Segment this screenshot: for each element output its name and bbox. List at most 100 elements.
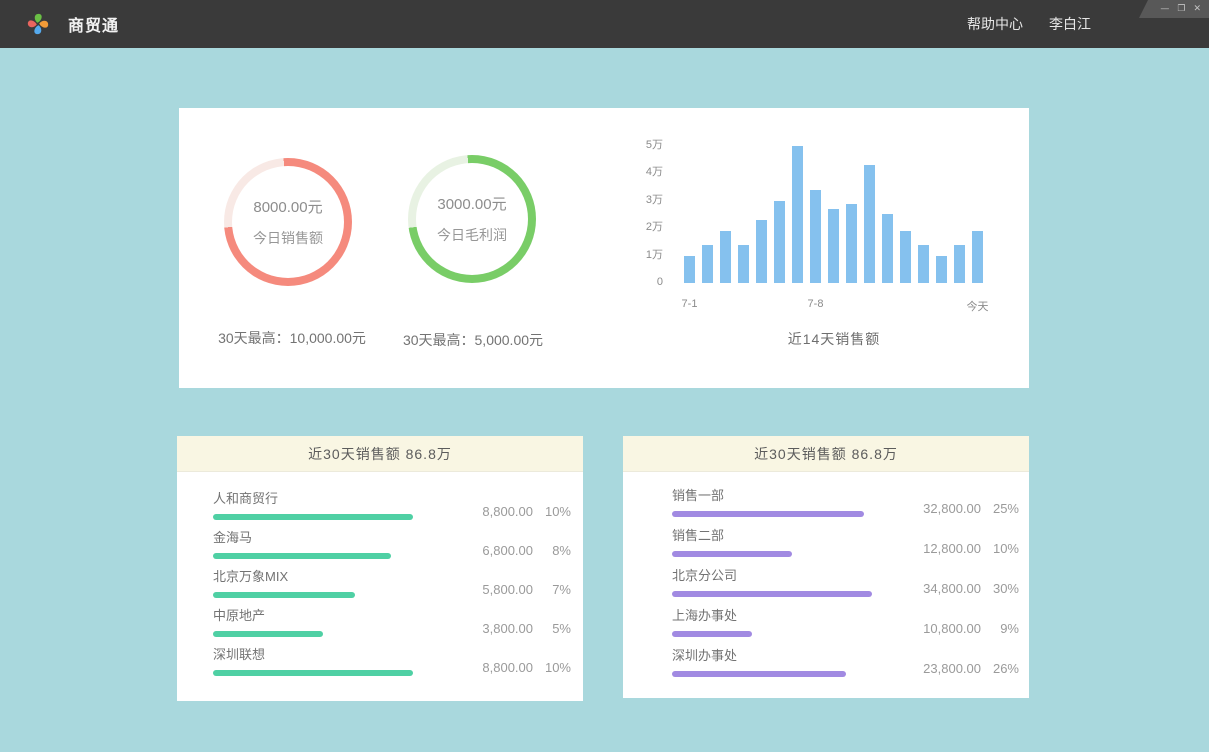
chart-bar[interactable] xyxy=(738,245,749,283)
minimize-button[interactable]: — xyxy=(1160,5,1169,14)
list-item: 北京分公司34,800.0030% xyxy=(672,562,991,602)
maximize-button[interactable]: ❐ xyxy=(1177,5,1185,14)
app-title: 商贸通 xyxy=(68,12,119,36)
chart-y-tick: 0 xyxy=(619,275,663,289)
customer-ranking-title: 近30天销售额 86.8万 xyxy=(177,436,583,472)
overview-card: 8000.00元 今日销售额 30天最高：10,000.00元 3000.00元… xyxy=(179,108,1029,388)
chart-bar[interactable] xyxy=(846,204,857,283)
item-name: 销售二部 xyxy=(672,522,991,543)
chart-bar[interactable] xyxy=(792,146,803,283)
item-amount: 8,800.00 xyxy=(471,504,533,519)
chart-bar[interactable] xyxy=(684,256,695,283)
dashboard-page: 8000.00元 今日销售额 30天最高：10,000.00元 3000.00元… xyxy=(0,48,1209,752)
list-item: 中原地产3,800.005% xyxy=(213,602,531,641)
close-button[interactable]: ✕ xyxy=(1193,5,1201,14)
department-ranking-list: 销售一部32,800.0025%销售二部12,800.0010%北京分公司34,… xyxy=(623,472,1029,682)
item-value: 8,800.00 10% xyxy=(471,504,571,519)
chart-bar[interactable] xyxy=(918,245,929,283)
list-item: 金海马6,800.008% xyxy=(213,524,531,563)
chart-bar[interactable] xyxy=(954,245,965,283)
item-value: 8,800.0010% xyxy=(471,660,571,675)
customer-ranking-list: 人和商贸行8,800.0010%金海马6,800.008%北京万象MIX5,80… xyxy=(177,472,583,680)
chart-bar[interactable] xyxy=(828,209,839,283)
nav-help-center[interactable]: 帮助中心 xyxy=(967,14,1023,34)
chart-bar[interactable] xyxy=(702,245,713,283)
nav-username[interactable]: 李白江 xyxy=(1049,14,1091,34)
item-name: 北京万象MIX xyxy=(213,563,531,584)
item-percent: 10% xyxy=(991,541,1019,556)
item-bar-track xyxy=(213,592,413,598)
pinwheel-logo-icon xyxy=(26,12,50,36)
chart-x-tick: 7-1 xyxy=(682,298,698,310)
list-item: 上海办事处10,800.009% xyxy=(672,602,991,642)
today-sales-donut: 8000.00元 今日销售额 xyxy=(224,158,352,286)
list-item: 销售一部32,800.0025% xyxy=(672,482,991,522)
item-percent: 10% xyxy=(543,504,571,519)
today-sales-value: 8000.00元 xyxy=(253,196,322,217)
list-item: 深圳办事处23,800.0026% xyxy=(672,642,991,682)
appbar-nav: 帮助中心 李白江 xyxy=(967,0,1091,48)
list-item: 深圳联想8,800.0010% xyxy=(213,641,531,680)
item-amount: 5,800.00 xyxy=(471,582,533,597)
item-bar-track xyxy=(213,670,413,676)
chart-bar[interactable] xyxy=(972,231,983,283)
app-header: 商贸通 帮助中心 李白江 — ❐ ✕ xyxy=(0,0,1209,48)
item-bar-track xyxy=(672,551,872,557)
chart-x-tick: 今天 xyxy=(967,298,989,314)
item-value: 6,800.00 8% xyxy=(471,543,571,558)
department-ranking-card: 近30天销售额 86.8万 销售一部32,800.0025%销售二部12,800… xyxy=(623,436,1029,698)
window-controls: — ❐ ✕ xyxy=(1139,0,1209,18)
sales-14day-chart: 5万4万3万2万1万0 7-17-8今天 近14天销售额 xyxy=(619,108,1019,388)
chart-bar[interactable] xyxy=(900,231,911,283)
item-bar xyxy=(672,551,792,557)
chart-y-tick: 5万 xyxy=(619,138,663,152)
today-profit-donut: 3000.00元 今日毛利润 xyxy=(408,155,536,283)
item-value: 32,800.00 25% xyxy=(919,501,1019,516)
chart-plot xyxy=(684,138,984,283)
item-amount: 6,800.00 xyxy=(471,543,533,558)
chart-bar[interactable] xyxy=(720,231,731,283)
item-value: 10,800.00 9% xyxy=(919,621,1019,636)
item-percent: 10% xyxy=(543,660,571,675)
chart-bar[interactable] xyxy=(756,220,767,283)
item-bar xyxy=(672,631,752,637)
item-percent: 25% xyxy=(991,501,1019,516)
item-name: 人和商贸行 xyxy=(213,485,531,506)
item-value: 5,800.00 7% xyxy=(471,582,571,597)
chart-y-tick: 2万 xyxy=(619,220,663,234)
today-profit-donut-center: 3000.00元 今日毛利润 xyxy=(416,163,528,275)
item-bar xyxy=(213,514,413,520)
today-sales-label: 今日销售额 xyxy=(253,228,323,248)
item-bar xyxy=(672,511,864,517)
customer-ranking-card: 近30天销售额 86.8万 人和商贸行8,800.0010%金海马6,800.0… xyxy=(177,436,583,701)
item-amount: 3,800.00 xyxy=(471,621,533,636)
item-bar xyxy=(213,670,413,676)
item-bar xyxy=(672,671,846,677)
item-name: 深圳联想 xyxy=(213,641,531,662)
list-item: 销售二部12,800.0010% xyxy=(672,522,991,562)
item-value: 3,800.005% xyxy=(471,621,571,636)
chart-bar[interactable] xyxy=(864,165,875,283)
list-item: 北京万象MIX5,800.007% xyxy=(213,563,531,602)
item-percent: 7% xyxy=(543,582,571,597)
item-percent: 26% xyxy=(991,661,1019,676)
item-bar-track xyxy=(213,553,413,559)
item-amount: 10,800.00 xyxy=(919,621,981,636)
item-bar xyxy=(213,631,323,637)
chart-bar[interactable] xyxy=(774,201,785,283)
chart-bar[interactable] xyxy=(936,256,947,283)
item-value: 23,800.0026% xyxy=(919,661,1019,676)
item-amount: 34,800.00 xyxy=(919,581,981,596)
item-name: 金海马 xyxy=(213,524,531,545)
chart-bar[interactable] xyxy=(882,214,893,283)
item-bar-track xyxy=(672,591,872,597)
item-bar xyxy=(213,553,391,559)
item-bar-track xyxy=(672,671,872,677)
list-item: 人和商贸行8,800.0010% xyxy=(213,485,531,524)
item-percent: 8% xyxy=(543,543,571,558)
chart-bar[interactable] xyxy=(810,190,821,283)
item-bar xyxy=(672,591,872,597)
item-amount: 32,800.00 xyxy=(919,501,981,516)
item-name: 深圳办事处 xyxy=(672,642,991,663)
item-percent: 9% xyxy=(991,621,1019,636)
